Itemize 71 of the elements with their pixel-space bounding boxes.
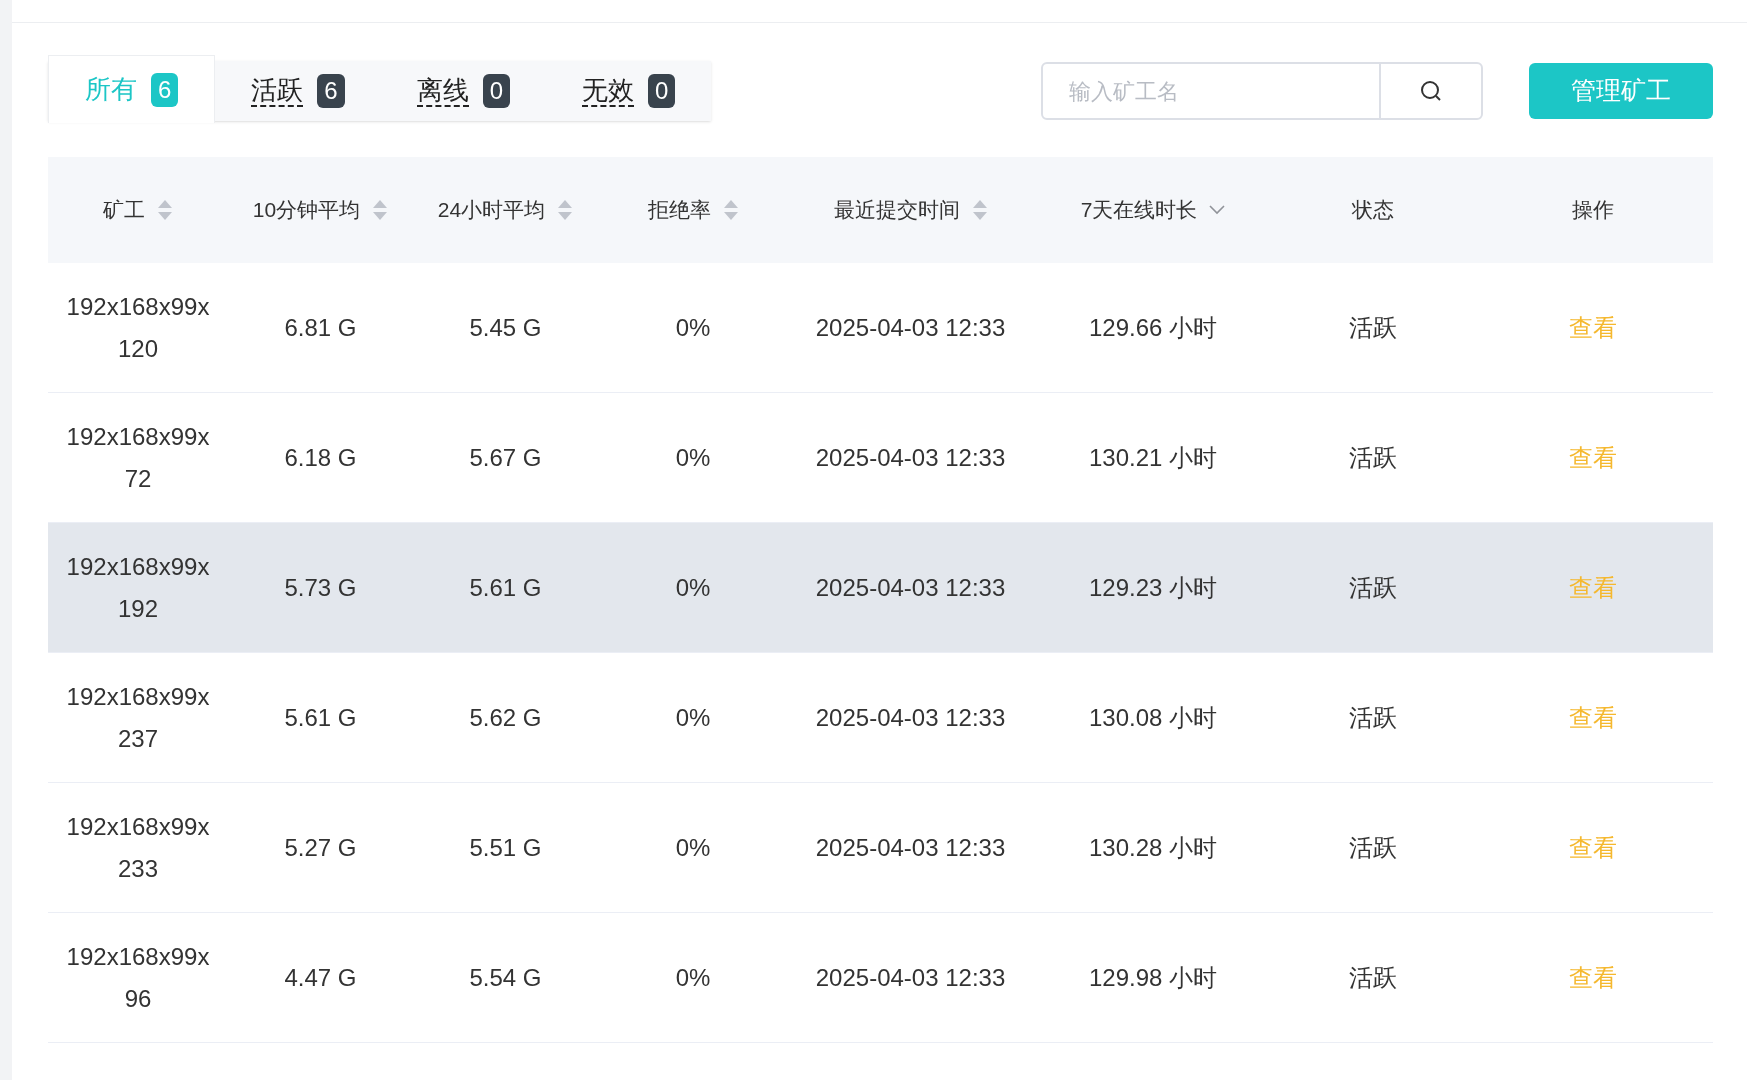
filter-tab[interactable]: 活跃 6 xyxy=(215,61,381,121)
reject-rate-cell-text: 0% xyxy=(675,572,711,603)
column-header[interactable]: 24小时平均 xyxy=(437,194,546,226)
status-cell-text: 活跃 xyxy=(1349,572,1397,603)
status-cell-text: 活跃 xyxy=(1349,962,1397,993)
online-hours-cell-text: 130.21 小时 xyxy=(1088,442,1218,473)
reject-rate-cell-text: 0% xyxy=(675,962,711,993)
last-submit-cell-text: 2025-04-03 12:33 xyxy=(815,312,1006,343)
hashrate-10m-cell-text: 6.81 G xyxy=(284,312,357,343)
count-badge: 0 xyxy=(482,74,511,108)
hashrate-10m-cell-text: 6.18 G xyxy=(284,442,357,473)
hashrate-24h-cell-text: 5.51 G xyxy=(469,832,542,863)
last-submit-cell-text: 2025-04-03 12:33 xyxy=(815,832,1006,863)
column-header[interactable]: 操作 xyxy=(1572,194,1614,226)
search-field[interactable]: 输入矿工名 xyxy=(1041,62,1483,120)
online-hours-cell-text: 129.98 小时 xyxy=(1088,962,1218,993)
sort-icon[interactable] xyxy=(722,199,739,221)
sort-icon[interactable] xyxy=(372,199,389,221)
hashrate-24h-cell-text: 5.62 G xyxy=(469,702,542,733)
status-cell-text: 活跃 xyxy=(1349,702,1397,733)
column-header[interactable]: 10分钟平均 xyxy=(252,194,361,226)
hashrate-24h-cell-text: 5.45 G xyxy=(469,312,542,343)
miner-name-cell-text: 192x168x99x233 xyxy=(65,811,211,884)
chevron-down-icon[interactable] xyxy=(1209,205,1226,215)
online-hours-cell-text: 129.66 小时 xyxy=(1088,312,1218,343)
hashrate-10m-cell-text: 5.61 G xyxy=(284,702,357,733)
last-submit-cell-text: 2025-04-03 12:33 xyxy=(815,962,1006,993)
tab-label: 无效 xyxy=(582,75,635,107)
reject-rate-cell-text: 0% xyxy=(675,442,711,473)
hashrate-24h-cell-text: 5.67 G xyxy=(469,442,542,473)
sort-icon[interactable] xyxy=(557,199,574,221)
miner-name-cell-text: 192x168x99x120 xyxy=(65,291,211,364)
miner-name-cell-text: 192x168x99x96 xyxy=(65,941,211,1014)
tab-label: 离线 xyxy=(416,75,469,107)
column-header[interactable]: 7天在线时长 xyxy=(1080,194,1198,226)
miner-name-cell-text: 192x168x99x72 xyxy=(65,421,211,494)
sort-icon[interactable] xyxy=(971,199,988,221)
reject-rate-cell-text: 0% xyxy=(675,832,711,863)
last-submit-cell-text: 2025-04-03 12:33 xyxy=(815,442,1006,473)
search-input[interactable]: 输入矿工名 xyxy=(1043,64,1379,118)
last-submit-cell-text: 2025-04-03 12:33 xyxy=(815,702,1006,733)
hashrate-10m-cell-text: 5.73 G xyxy=(284,572,357,603)
filter-tab[interactable]: 离线 0 xyxy=(380,61,547,121)
hashrate-10m-cell-text: 4.47 G xyxy=(284,962,357,993)
sort-icon[interactable] xyxy=(157,199,173,221)
hashrate-24h-cell-text: 5.61 G xyxy=(469,572,542,603)
filter-tab[interactable]: 无效 0 xyxy=(546,61,712,121)
tab-label: 所有 xyxy=(85,73,137,106)
table-row[interactable]: 192x168x99x192 5.73 G 5.61 G 0% 2025-04-03 12:33 129.23 小时 活跃 查看 xyxy=(48,523,1713,653)
online-hours-cell-text: 129.23 小时 xyxy=(1088,572,1218,603)
tab-label: 活跃 xyxy=(251,75,304,107)
column-header[interactable]: 矿工 xyxy=(103,194,145,226)
status-cell-text: 活跃 xyxy=(1349,442,1397,473)
last-submit-cell-text: 2025-04-03 12:33 xyxy=(815,572,1006,603)
count-badge: 6 xyxy=(151,72,179,107)
reject-rate-cell-text: 0% xyxy=(675,312,711,343)
online-hours-cell-text: 130.28 小时 xyxy=(1088,832,1218,863)
count-badge: 0 xyxy=(648,74,676,108)
column-header[interactable]: 最近提交时间 xyxy=(833,194,960,226)
online-hours-cell-text: 130.08 小时 xyxy=(1088,702,1218,733)
search-icon xyxy=(1419,79,1443,103)
hashrate-10m-cell-text: 5.27 G xyxy=(284,832,357,863)
column-header[interactable]: 状态 xyxy=(1352,194,1394,226)
column-header[interactable]: 拒绝率 xyxy=(647,194,711,226)
status-cell-text: 活跃 xyxy=(1349,312,1397,343)
status-cell-text: 活跃 xyxy=(1349,832,1397,863)
reject-rate-cell-text: 0% xyxy=(675,702,711,733)
miner-name-cell-text: 192x168x99x237 xyxy=(65,681,211,754)
hashrate-24h-cell-text: 5.54 G xyxy=(469,962,542,993)
count-badge: 6 xyxy=(317,74,345,108)
miner-name-cell-text: 192x168x99x192 xyxy=(65,551,211,624)
